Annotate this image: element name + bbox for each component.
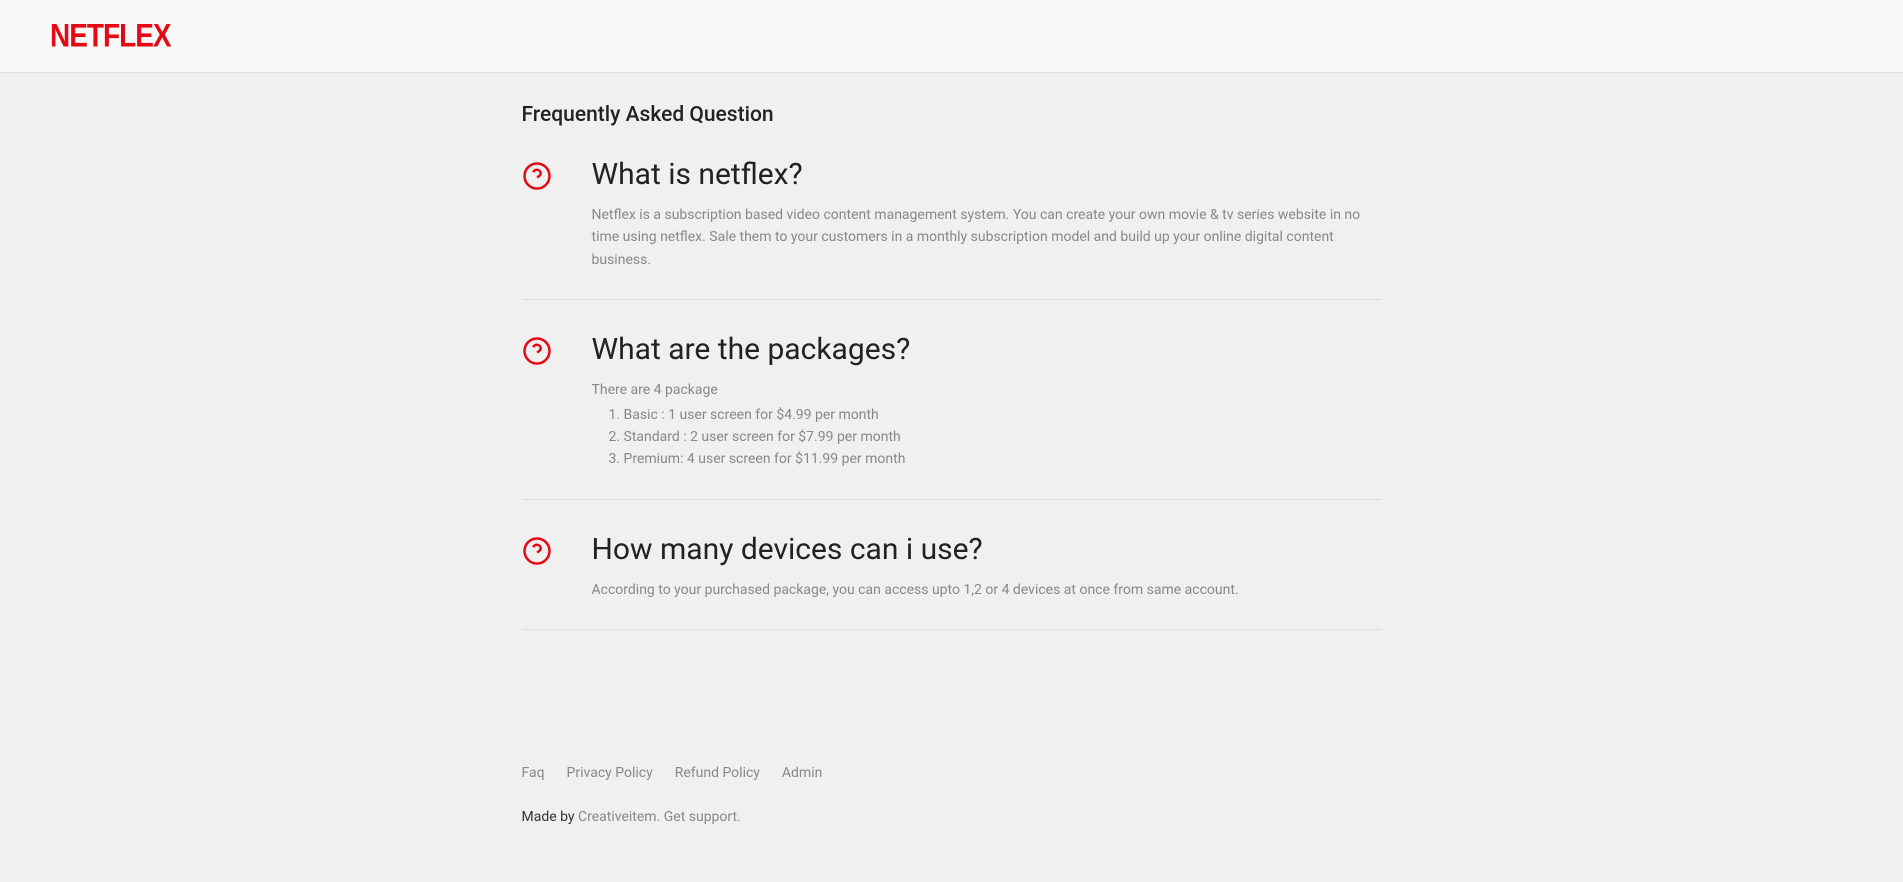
faq-content: How many devices can i use? According to… bbox=[592, 532, 1382, 601]
faq-answer: According to your purchased package, you… bbox=[592, 579, 1382, 601]
faq-question: What is netflex? bbox=[592, 157, 1382, 192]
faq-content: What are the packages? There are 4 packa… bbox=[592, 332, 1382, 471]
footer-link-admin[interactable]: Admin bbox=[782, 765, 822, 781]
faq-list: Basic : 1 user screen for $4.99 per mont… bbox=[624, 404, 1382, 471]
footer-link-faq[interactable]: Faq bbox=[522, 765, 545, 781]
footer: Faq Privacy Policy Refund Policy Admin M… bbox=[522, 722, 1382, 865]
faq-question: What are the packages? bbox=[592, 332, 1382, 367]
page-title: Frequently Asked Question bbox=[522, 103, 1382, 127]
footer-credit: Made by Creativeitem. Get support. bbox=[522, 809, 1382, 825]
faq-item: How many devices can i use? According to… bbox=[522, 532, 1382, 630]
help-circle-icon bbox=[522, 336, 552, 366]
footer-links: Faq Privacy Policy Refund Policy Admin bbox=[522, 762, 1382, 781]
help-circle-icon bbox=[522, 536, 552, 566]
credit-link[interactable]: Creativeitem. Get support. bbox=[578, 809, 741, 825]
faq-item: What is netflex? Netflex is a subscripti… bbox=[522, 157, 1382, 300]
faq-content: What is netflex? Netflex is a subscripti… bbox=[592, 157, 1382, 271]
made-by-label: Made by bbox=[522, 809, 579, 825]
logo[interactable]: NETFLEX bbox=[50, 18, 171, 55]
faq-question: How many devices can i use? bbox=[592, 532, 1382, 567]
faq-list-item: Premium: 4 user screen for $11.99 per mo… bbox=[624, 448, 1382, 470]
faq-answer: Netflex is a subscription based video co… bbox=[592, 204, 1382, 271]
footer-link-refund[interactable]: Refund Policy bbox=[675, 765, 760, 781]
faq-list-item: Basic : 1 user screen for $4.99 per mont… bbox=[624, 404, 1382, 426]
header: NETFLEX bbox=[0, 0, 1903, 73]
faq-list-item: Standard : 2 user screen for $7.99 per m… bbox=[624, 426, 1382, 448]
faq-answer: There are 4 package Basic : 1 user scree… bbox=[592, 379, 1382, 471]
help-circle-icon bbox=[522, 161, 552, 191]
faq-intro: There are 4 package bbox=[592, 382, 718, 398]
main-content: Frequently Asked Question What is netfle… bbox=[522, 73, 1382, 722]
faq-item: What are the packages? There are 4 packa… bbox=[522, 332, 1382, 500]
footer-link-privacy[interactable]: Privacy Policy bbox=[567, 765, 653, 781]
